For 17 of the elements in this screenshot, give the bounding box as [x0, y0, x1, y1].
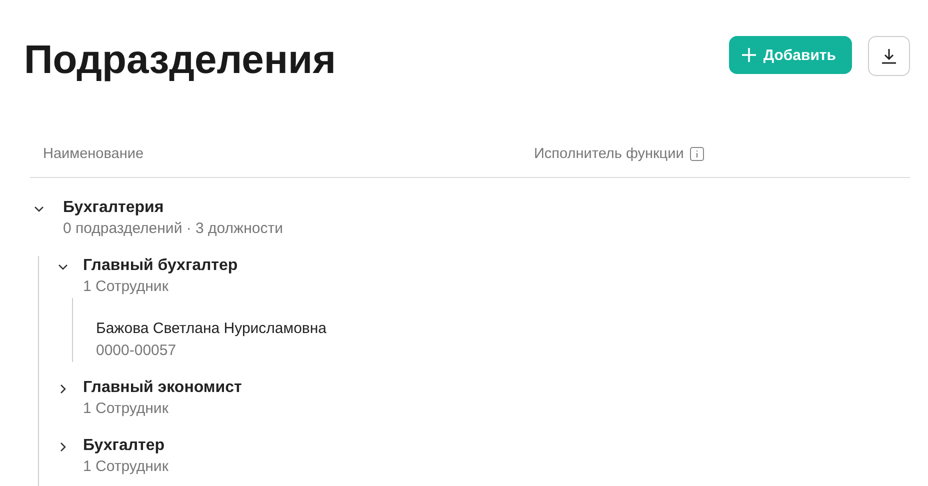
position-name[interactable]: Бухгалтер	[83, 436, 168, 456]
employee-code: 0000-00057	[96, 341, 178, 361]
department-name[interactable]: Бухгалтерия	[63, 198, 283, 218]
employee-count: 1 Сотрудник	[83, 277, 170, 297]
department-summary: 0 подразделений · 3 должности	[63, 219, 283, 239]
column-header: Наименование	[43, 146, 144, 162]
employee-count: 1 Сотрудник	[83, 457, 168, 477]
page-title: Подразделения	[24, 38, 336, 83]
plus-icon	[741, 47, 758, 63]
info-icon[interactable]	[690, 147, 704, 161]
download-icon	[880, 47, 898, 65]
employee-name[interactable]: Бажова Светлана Нурисламовна	[96, 318, 910, 340]
position-name[interactable]: Главный экономист	[83, 378, 242, 398]
position-name[interactable]: Главный бухгалтер	[83, 256, 238, 276]
employee-count: 1 Сотрудник	[83, 399, 170, 419]
download-button[interactable]	[868, 36, 910, 76]
column-header: Исполнитель функции	[534, 146, 684, 162]
